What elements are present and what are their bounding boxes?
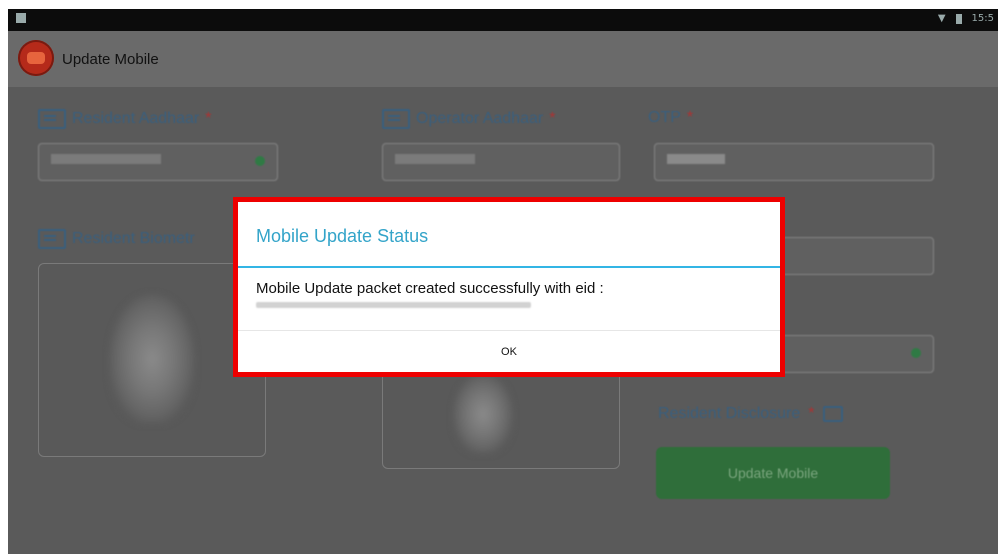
notification-icon [16,13,26,23]
app-title: Update Mobile [62,51,159,68]
speaker-icon[interactable] [822,406,843,422]
battery-icon [955,13,962,24]
app-logo-icon [18,40,54,76]
redacted-eid [256,302,531,308]
wifi-icon: ▼ [937,13,946,24]
resident-biometric-label: Resident Biometr [38,229,195,249]
ok-button[interactable]: OK [238,332,780,372]
app-bar: Update Mobile [8,31,998,87]
grid-icon [382,109,410,129]
status-time: 15:5 [971,13,994,24]
status-bar: ▼ 15:5 [8,9,998,31]
id-card-icon [38,109,66,129]
dialog-title: Mobile Update Status [256,226,429,246]
resident-aadhaar-input[interactable] [38,143,278,181]
dialog-divider [238,266,780,268]
otp-label: OTP * [648,109,694,126]
update-mobile-button[interactable]: Update Mobile [656,447,890,499]
otp-input[interactable] [654,143,934,181]
operator-fingerprint-box[interactable] [382,363,620,469]
verify-icon[interactable] [911,348,921,358]
fingerprint-icon [38,229,66,249]
operator-aadhaar-label: Operator Aadhaar * [382,109,555,129]
mobile-update-status-dialog: Mobile Update Status Mobile Update packe… [233,197,785,377]
scan-icon[interactable] [255,156,265,166]
resident-aadhaar-label: Resident Aadhaar * [38,109,211,129]
resident-fingerprint-box[interactable] [38,263,266,457]
dialog-message: Mobile Update packet created successfull… [256,280,604,297]
resident-disclosure[interactable]: Resident Disclosure * [658,405,843,423]
operator-aadhaar-input[interactable] [382,143,620,181]
dialog-button-divider [238,330,780,331]
